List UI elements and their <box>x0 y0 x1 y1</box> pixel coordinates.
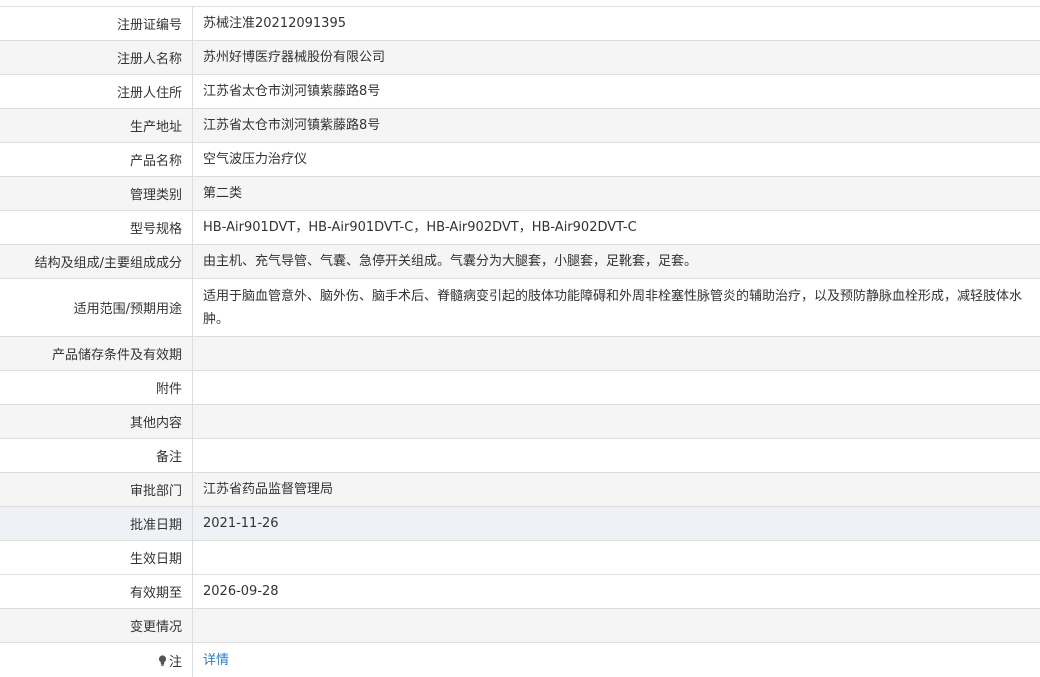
row-value: 由主机、充气导管、气囊、急停开关组成。气囊分为大腿套，小腿套，足靴套，足套。 <box>203 254 698 269</box>
table-top-edge <box>0 0 1040 7</box>
row-label: 变更情况 <box>0 609 193 642</box>
row-value <box>193 609 1040 642</box>
row-label: 管理类别 <box>0 177 193 210</box>
row-value: 江苏省太仓市浏河镇紫藤路8号 <box>203 118 381 133</box>
row-production-address: 生产地址 江苏省太仓市浏河镇紫藤路8号 <box>0 109 1040 143</box>
row-label: 结构及组成/主要组成成分 <box>0 245 193 278</box>
row-model-spec: 型号规格 HB-Air901DVT，HB-Air901DVT-C，HB-Air9… <box>0 211 1040 245</box>
row-product-name: 产品名称 空气波压力治疗仪 <box>0 143 1040 177</box>
row-label: 生产地址 <box>0 109 193 142</box>
row-label: 批准日期 <box>0 507 193 540</box>
row-label: 生效日期 <box>0 541 193 574</box>
row-attachments: 附件 <box>0 371 1040 405</box>
row-registrant-address: 注册人住所 江苏省太仓市浏河镇紫藤路8号 <box>0 75 1040 109</box>
row-label: 型号规格 <box>0 211 193 244</box>
row-value <box>193 371 1040 404</box>
row-value: 江苏省药品监督管理局 <box>203 482 334 497</box>
registration-info-table: 注册证编号 苏械注准20212091395 注册人名称 苏州好博医疗器械股份有限… <box>0 0 1040 677</box>
note-label: 注 <box>168 654 182 670</box>
row-valid-until: 有效期至 2026-09-28 <box>0 575 1040 609</box>
row-value: 苏州好博医疗器械股份有限公司 <box>203 50 386 65</box>
row-approval-date: 批准日期 2021-11-26 <box>0 507 1040 541</box>
row-label: 其他内容 <box>0 405 193 438</box>
row-value <box>193 405 1040 438</box>
row-label: 产品名称 <box>0 143 193 176</box>
row-value: 2026-09-28 <box>203 584 279 599</box>
row-label: 注册人住所 <box>0 75 193 108</box>
row-value: 空气波压力治疗仪 <box>203 152 308 167</box>
details-link[interactable]: 详情 <box>203 649 229 672</box>
row-label: 备注 <box>0 439 193 472</box>
row-label: 注册人名称 <box>0 41 193 74</box>
row-value: 苏械注准20212091395 <box>203 16 346 31</box>
row-structure-composition: 结构及组成/主要组成成分 由主机、充气导管、气囊、急停开关组成。气囊分为大腿套，… <box>0 245 1040 279</box>
row-value: 2021-11-26 <box>203 516 279 531</box>
row-registrant-name: 注册人名称 苏州好博医疗器械股份有限公司 <box>0 41 1040 75</box>
row-label: 产品储存条件及有效期 <box>0 337 193 370</box>
row-value: HB-Air901DVT，HB-Air901DVT-C，HB-Air902DVT… <box>203 220 637 235</box>
row-value <box>193 541 1040 574</box>
row-effective-date: 生效日期 <box>0 541 1040 575</box>
row-value: 第二类 <box>203 186 243 201</box>
row-note: 注 详情 <box>0 643 1040 677</box>
row-change-status: 变更情况 <box>0 609 1040 643</box>
row-label: 附件 <box>0 371 193 404</box>
row-value: 适用于脑血管意外、脑外伤、脑手术后、脊髓病变引起的肢体功能障碍和外周非栓塞性脉管… <box>203 289 1023 327</box>
row-storage-conditions: 产品储存条件及有效期 <box>0 337 1040 371</box>
lightbulb-icon <box>158 654 167 666</box>
row-other-content: 其他内容 <box>0 405 1040 439</box>
row-value: 详情 <box>193 643 1040 677</box>
row-intended-use: 适用范围/预期用途 适用于脑血管意外、脑外伤、脑手术后、脊髓病变引起的肢体功能障… <box>0 279 1040 337</box>
row-approval-department: 审批部门 江苏省药品监督管理局 <box>0 473 1040 507</box>
row-label: 注 <box>0 643 193 677</box>
row-label: 适用范围/预期用途 <box>0 279 193 336</box>
row-label: 注册证编号 <box>0 7 193 40</box>
row-value: 江苏省太仓市浏河镇紫藤路8号 <box>203 84 381 99</box>
row-remarks: 备注 <box>0 439 1040 473</box>
row-registration-number: 注册证编号 苏械注准20212091395 <box>0 7 1040 41</box>
row-label: 审批部门 <box>0 473 193 506</box>
row-value <box>193 337 1040 370</box>
row-label: 有效期至 <box>0 575 193 608</box>
row-value <box>193 439 1040 472</box>
row-management-category: 管理类别 第二类 <box>0 177 1040 211</box>
